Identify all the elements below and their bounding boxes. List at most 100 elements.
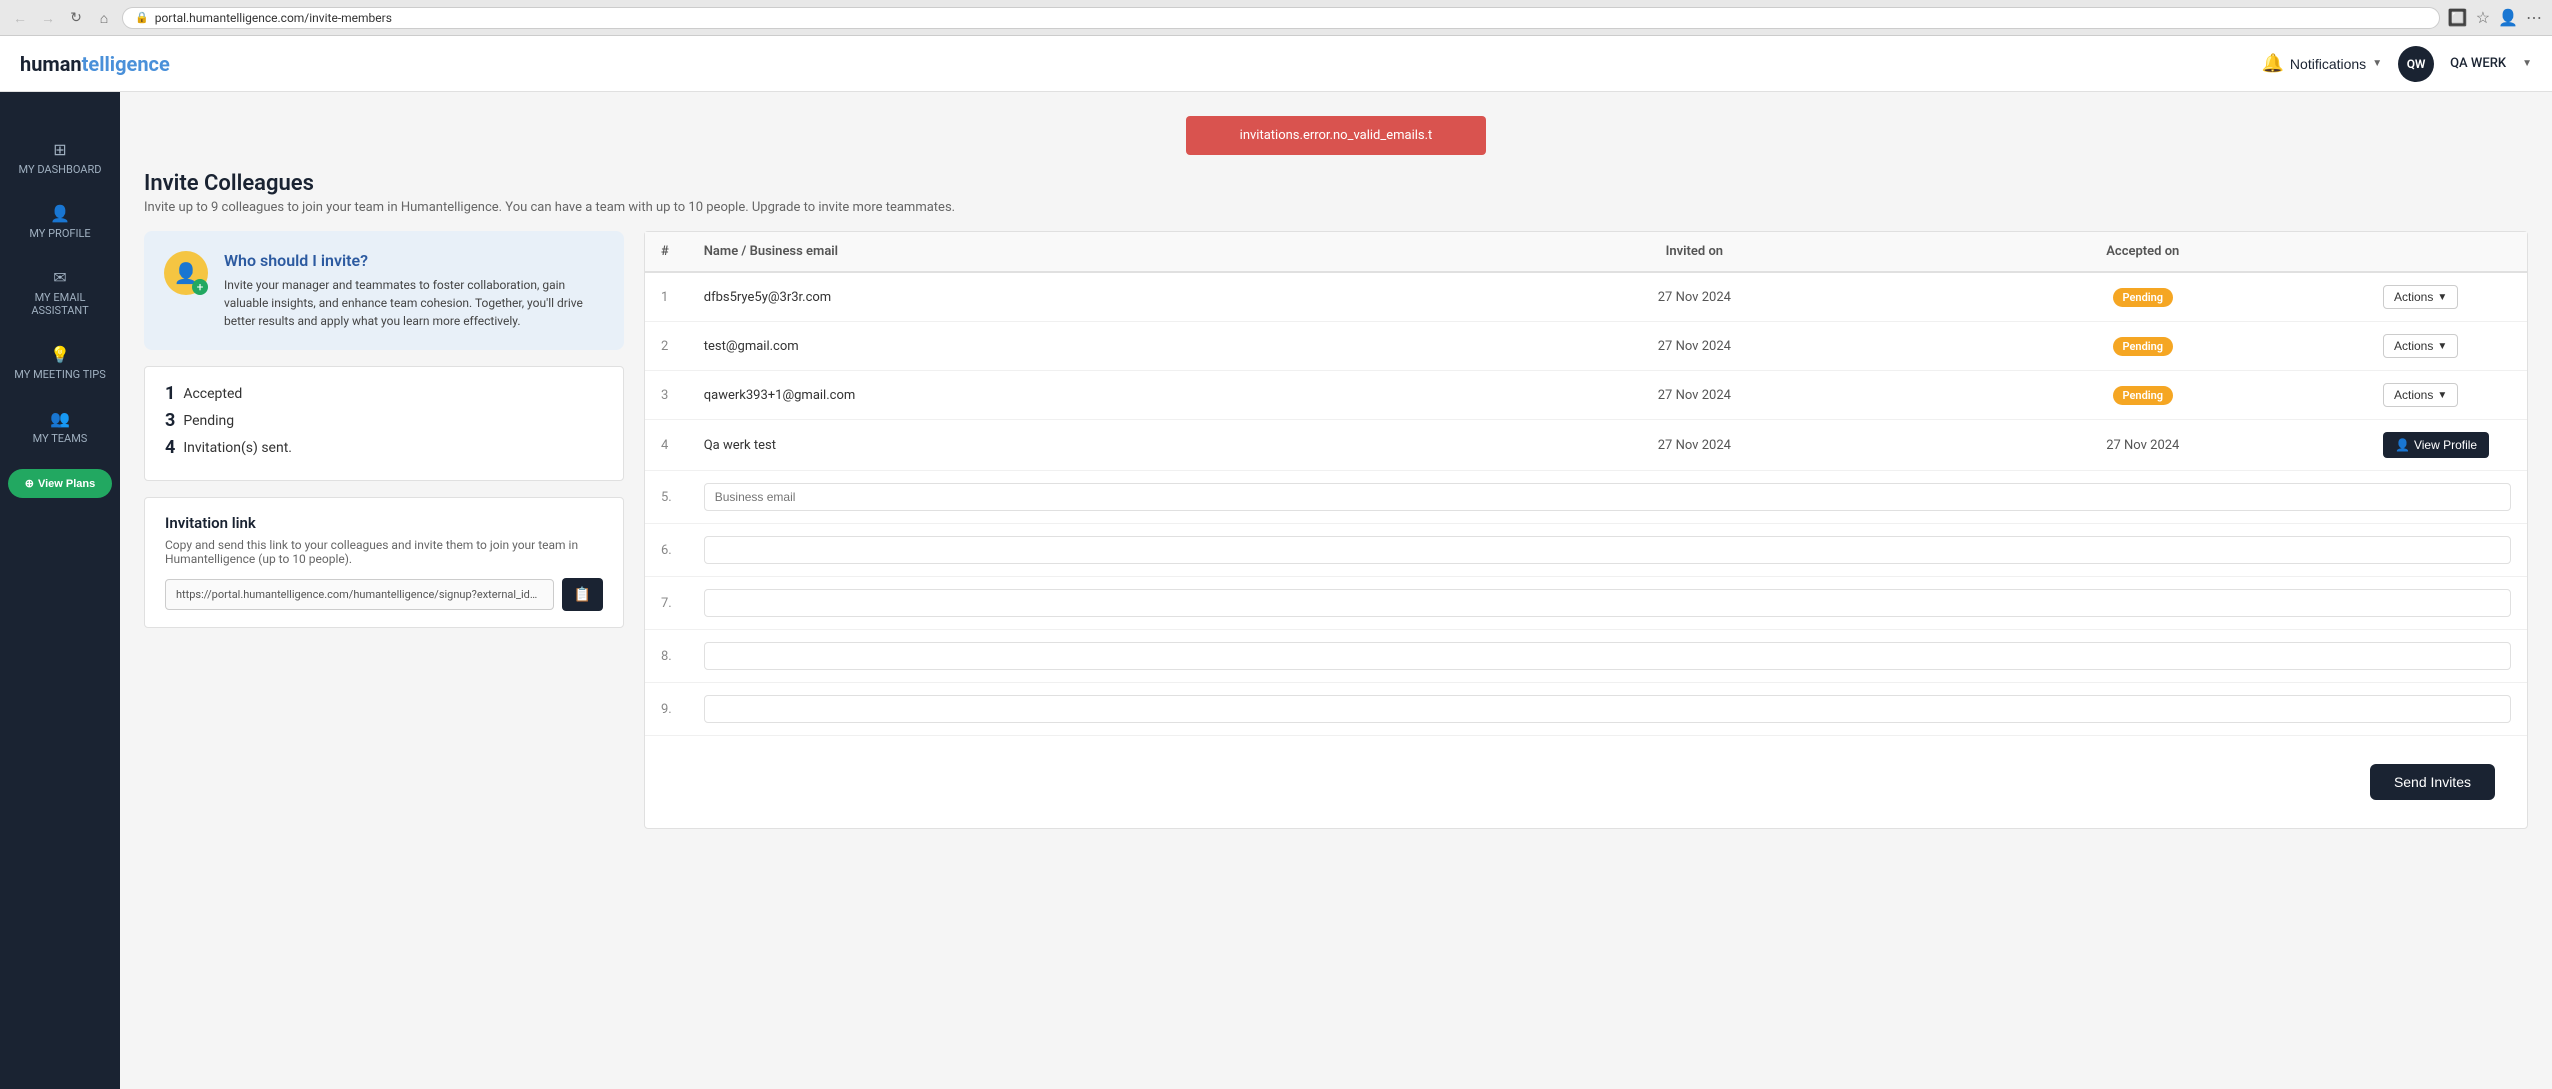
invitation-desc: Copy and send this link to your colleagu… bbox=[165, 538, 603, 566]
browser-right-icons: 🔲 ☆ 👤 ⋯ bbox=[2448, 8, 2542, 27]
row-2-actions-cell: Actions ▼ bbox=[2367, 322, 2527, 371]
home-button[interactable]: ⌂ bbox=[94, 8, 114, 28]
sidebar-item-tips[interactable]: 💡 MY MEETING TIPS bbox=[0, 333, 120, 393]
extension-icon[interactable]: 🔲 bbox=[2448, 8, 2468, 27]
row-4-accepted: 27 Nov 2024 bbox=[1919, 420, 2367, 471]
app-container: humantelligence 🔔 Notifications ▼ QW QA … bbox=[0, 36, 2552, 1089]
send-invites-label: Send Invites bbox=[2394, 774, 2471, 790]
user-name: QA WERK bbox=[2450, 56, 2506, 71]
left-panel: 👤 + Who should I invite? Invite your man… bbox=[144, 231, 624, 829]
user-icon: 👤 bbox=[2395, 438, 2410, 452]
user-avatar[interactable]: QW bbox=[2398, 46, 2434, 82]
sidebar-item-teams[interactable]: 👥 MY TEAMS bbox=[0, 397, 120, 457]
copy-link-button[interactable]: 📋 bbox=[562, 578, 603, 611]
sidebar-item-profile-label: MY PROFILE bbox=[29, 227, 90, 240]
reload-button[interactable]: ↻ bbox=[66, 8, 86, 28]
table-row: 4 Qa werk test 27 Nov 2024 27 Nov 2024 👤… bbox=[645, 420, 2527, 471]
table-row: 1 dfbs5rye5y@3r3r.com 27 Nov 2024 Pendin… bbox=[645, 272, 2527, 322]
sidebar-item-profile[interactable]: 👤 MY PROFILE bbox=[0, 192, 120, 252]
url-text: portal.humantelligence.com/invite-member… bbox=[155, 11, 2427, 25]
sidebar-item-tips-label: MY MEETING TIPS bbox=[14, 368, 105, 381]
page-header: Invite Colleagues Invite up to 9 colleag… bbox=[144, 171, 2528, 215]
sent-count: 4 bbox=[165, 437, 175, 458]
table-body: 1 dfbs5rye5y@3r3r.com 27 Nov 2024 Pendin… bbox=[645, 272, 2527, 736]
error-banner: invitations.error.no_valid_emails.t bbox=[1186, 116, 1486, 155]
row-1-num: 1 bbox=[645, 272, 688, 322]
teams-nav-icon: 👥 bbox=[50, 409, 70, 428]
actions-label: Actions bbox=[2394, 290, 2433, 304]
row-1-accepted: Pending bbox=[1919, 272, 2367, 322]
info-card: 👤 + Who should I invite? Invite your man… bbox=[144, 231, 624, 350]
row-9-email-input[interactable] bbox=[704, 695, 2511, 723]
row-6-email-input[interactable] bbox=[704, 536, 2511, 564]
row-8-num: 8. bbox=[645, 630, 688, 683]
top-bar: humantelligence 🔔 Notifications ▼ QW QA … bbox=[0, 36, 2552, 92]
sidebar-item-teams-label: MY TEAMS bbox=[33, 432, 88, 445]
col-email: Name / Business email bbox=[688, 232, 1470, 272]
invitation-link-row: https://portal.humantelligence.com/human… bbox=[165, 578, 603, 611]
col-invited: Invited on bbox=[1470, 232, 1918, 272]
row-5-input-cell bbox=[688, 471, 2527, 524]
user-initials: QW bbox=[2407, 57, 2426, 71]
back-button[interactable]: ← bbox=[10, 8, 30, 28]
row-4-view-profile-button[interactable]: 👤 View Profile bbox=[2383, 432, 2489, 458]
row-7-email-input[interactable] bbox=[704, 589, 2511, 617]
col-accepted: Accepted on bbox=[1919, 232, 2367, 272]
stats-box: 1 Accepted 3 Pending 4 Invitation(s) sen… bbox=[144, 366, 624, 481]
star-icon[interactable]: ☆ bbox=[2476, 8, 2490, 27]
url-bar[interactable]: 🔒 portal.humantelligence.com/invite-memb… bbox=[122, 7, 2440, 29]
row-3-invited: 27 Nov 2024 bbox=[1470, 371, 1918, 420]
sent-label: Invitation(s) sent. bbox=[183, 440, 292, 456]
tips-nav-icon: 💡 bbox=[50, 345, 70, 364]
row-6-num: 6. bbox=[645, 524, 688, 577]
table-row: 3 qawerk393+1@gmail.com 27 Nov 2024 Pend… bbox=[645, 371, 2527, 420]
invite-table: # Name / Business email Invited on Accep… bbox=[645, 232, 2527, 736]
forward-button[interactable]: → bbox=[38, 8, 58, 28]
bell-icon: 🔔 bbox=[2262, 53, 2284, 74]
menu-icon[interactable]: ⋯ bbox=[2526, 8, 2542, 27]
row-2-invited: 27 Nov 2024 bbox=[1470, 322, 1918, 371]
profile-icon[interactable]: 👤 bbox=[2498, 8, 2518, 27]
accepted-label: Accepted bbox=[183, 386, 242, 402]
row-9-input-cell bbox=[688, 683, 2527, 736]
invitation-title: Invitation link bbox=[165, 514, 603, 532]
row-8-email-input[interactable] bbox=[704, 642, 2511, 670]
plus-icon-badge: + bbox=[192, 279, 208, 295]
row-3-email: qawerk393+1@gmail.com bbox=[688, 371, 1470, 420]
user-dropdown-arrow: ▼ bbox=[2522, 58, 2532, 69]
view-plans-button[interactable]: ⊕ View Plans bbox=[8, 469, 112, 498]
pending-label: Pending bbox=[183, 413, 234, 429]
row-3-num: 3 bbox=[645, 371, 688, 420]
sidebar-item-dashboard[interactable]: ⊞ MY DASHBOARD bbox=[0, 128, 120, 188]
row-4-email: Qa werk test bbox=[688, 420, 1470, 471]
view-profile-label: View Profile bbox=[2414, 438, 2477, 452]
logo-text: humantelligence bbox=[20, 52, 170, 76]
row-7-num: 7. bbox=[645, 577, 688, 630]
sidebar-item-email-label: MY EMAIL ASSISTANT bbox=[8, 291, 112, 317]
actions-chevron-icon: ▼ bbox=[2437, 390, 2447, 401]
sidebar-item-dashboard-label: MY DASHBOARD bbox=[19, 163, 102, 176]
table-header: # Name / Business email Invited on Accep… bbox=[645, 232, 2527, 272]
pending-count: 3 bbox=[165, 410, 175, 431]
row-3-actions-button[interactable]: Actions ▼ bbox=[2383, 383, 2458, 407]
notifications-dropdown-arrow: ▼ bbox=[2372, 58, 2382, 69]
row-2-accepted: Pending bbox=[1919, 322, 2367, 371]
info-card-text: Invite your manager and teammates to fos… bbox=[224, 276, 604, 330]
plus-icon: ⊕ bbox=[25, 477, 34, 490]
table-row-empty-5: 5. bbox=[645, 471, 2527, 524]
row-1-actions-button[interactable]: Actions ▼ bbox=[2383, 285, 2458, 309]
copy-icon: 📋 bbox=[574, 586, 591, 602]
row-5-num: 5. bbox=[645, 471, 688, 524]
email-nav-icon: ✉ bbox=[53, 268, 66, 287]
send-invites-button[interactable]: Send Invites bbox=[2370, 764, 2495, 800]
table-header-row: # Name / Business email Invited on Accep… bbox=[645, 232, 2527, 272]
error-text: invitations.error.no_valid_emails.t bbox=[1240, 128, 1433, 143]
sidebar-item-email[interactable]: ✉ MY EMAIL ASSISTANT bbox=[0, 256, 120, 329]
dashboard-icon: ⊞ bbox=[53, 140, 66, 159]
row-5-email-input[interactable] bbox=[704, 483, 2511, 511]
table-row-empty-7: 7. bbox=[645, 577, 2527, 630]
table-row-empty-6: 6. bbox=[645, 524, 2527, 577]
notifications-button[interactable]: 🔔 Notifications ▼ bbox=[2262, 53, 2383, 74]
row-2-actions-button[interactable]: Actions ▼ bbox=[2383, 334, 2458, 358]
row-4-num: 4 bbox=[645, 420, 688, 471]
